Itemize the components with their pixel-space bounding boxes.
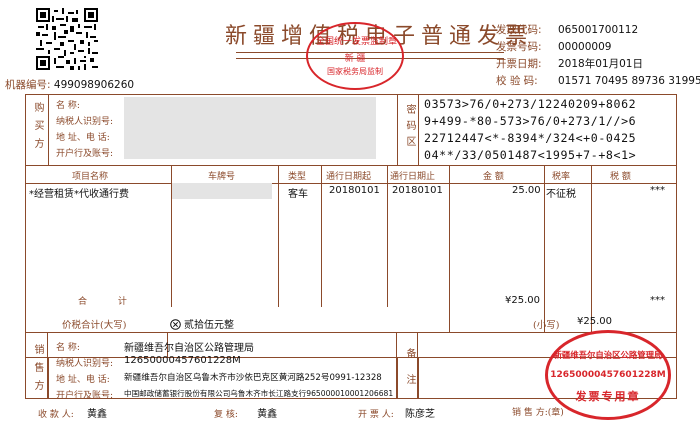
item-date-to: 20180101 — [392, 185, 443, 196]
issue-date-value: 2018年01月01日 — [558, 58, 643, 70]
machine-number-value: 499098906260 — [53, 79, 135, 91]
col-header-date-to: 通行日期止 — [390, 172, 436, 182]
total-label: 合 计 — [78, 297, 141, 307]
col-header-plate: 车牌号 — [208, 172, 236, 182]
seal-stamp-name: 新疆维吾尔自治区公路管理局 — [553, 350, 663, 360]
seller-seal-field: 销 售 方:(章) — [512, 405, 564, 418]
cipher-line: 03573>76/0+273/12240209+8062 — [424, 97, 637, 111]
payee: 收 款 人: 黄鑫 — [38, 405, 107, 420]
invoice-number: 发票号码: 00000009 — [496, 39, 611, 54]
machine-number-label: 机器编号: — [5, 79, 51, 91]
invoice-number-label: 发票号码: — [496, 41, 542, 53]
seller-name-label: 名 称: — [56, 343, 80, 353]
supervision-stamp-line3: 国家税务局监制 — [327, 67, 383, 76]
buyer-info-redacted — [124, 97, 376, 159]
issue-date: 开票日期: 2018年01月01日 — [496, 56, 643, 71]
buyer-bank-label: 开户行及账号: — [56, 149, 114, 159]
grand-total-small-value: ¥25.00 — [577, 316, 612, 327]
col-header-type: 类型 — [288, 172, 307, 182]
grand-total-small-label: (小写) — [533, 320, 560, 331]
payee-label: 收 款 人: — [38, 410, 74, 420]
check-code-value: 01571 70495 89736 31995 — [558, 75, 700, 87]
cipher-section-label: 密码区 — [404, 104, 415, 152]
buyer-address-label: 地 址、电 话: — [56, 133, 110, 143]
issue-date-label: 开票日期: — [496, 58, 542, 70]
seal-stamp-kind: 发票专用章 — [575, 390, 641, 403]
grand-total-words: 贰拾伍元整 — [184, 320, 234, 331]
buyer-tax-id-label: 纳税人识别号: — [56, 117, 114, 127]
seller-seal-label: 销 售 方:(章) — [512, 408, 564, 418]
col-header-amount: 金 额 — [483, 172, 504, 182]
issuer: 开 票 人: 陈彦芝 — [358, 405, 435, 420]
item-name: *经营租赁*代收通行费 — [29, 189, 129, 200]
supervision-stamp: 全国统一发票监制章 新 疆 国家税务局监制 — [306, 22, 404, 90]
invoice-seal-stamp: 新疆维吾尔自治区公路管理局 12650000457601228M 发票专用章 — [545, 330, 671, 420]
invoice-number-value: 00000009 — [558, 41, 612, 53]
cipher-line: 22712447<*-8394*/324<+0-0425 — [424, 131, 637, 145]
supervision-stamp-line1: 全国统一发票监制章 — [316, 37, 398, 47]
issuer-value: 陈彦芝 — [404, 409, 435, 420]
col-header-tax-rate: 税率 — [552, 172, 571, 182]
reviewer: 复 核: 黄鑫 — [214, 405, 277, 420]
close-circle-icon — [170, 315, 181, 330]
seller-address: 新疆维吾尔自治区乌鲁木齐市沙依巴克区黄河路252号0991-12328 — [124, 373, 382, 383]
item-tax-rate: 不征税 — [546, 189, 576, 200]
invoice-code-value: 065001700112 — [558, 24, 639, 36]
qr-code — [36, 8, 98, 70]
item-type: 客车 — [288, 189, 308, 200]
cipher-line: 9+499-*80-573>76/0+273/1//>6 — [424, 114, 637, 128]
grand-total-label: 价税合计(大写) — [62, 320, 127, 331]
payee-value: 黄鑫 — [86, 409, 107, 420]
seller-address-label: 地 址、电 话: — [56, 375, 110, 385]
total-amount: ¥25.00 — [505, 295, 540, 306]
supervision-stamp-line2: 新 疆 — [344, 54, 366, 64]
seller-section-label: 销售方 — [32, 344, 43, 398]
item-date-from: 20180101 — [329, 185, 380, 196]
total-tax: *** — [650, 295, 665, 306]
cipher-line: 04**/33/0501487<1995+7-+8<1> — [424, 148, 637, 162]
seller-name: 新疆维吾尔自治区公路管理局 — [124, 343, 254, 354]
item-plate-redacted — [172, 183, 272, 199]
reviewer-label: 复 核: — [214, 410, 238, 420]
reviewer-value: 黄鑫 — [257, 409, 278, 420]
remarks-label: 备注 — [404, 348, 415, 400]
check-code-label: 校 验 码: — [496, 75, 538, 87]
seller-tax-id: 12650000457601228M — [124, 355, 241, 366]
invoice-code: 发票代码: 065001700112 — [496, 22, 638, 37]
col-header-item-name: 项目名称 — [72, 172, 109, 182]
seller-bank-label: 开户行及账号: — [56, 391, 114, 401]
check-code: 校 验 码: 01571 70495 89736 31995 — [496, 73, 700, 88]
item-amount: 25.00 — [512, 185, 541, 196]
col-header-date-from: 通行日期起 — [326, 172, 372, 182]
machine-number: 机器编号: 499098906260 — [5, 77, 134, 92]
invoice-code-label: 发票代码: — [496, 24, 542, 36]
buyer-section-label: 购买方 — [32, 102, 43, 156]
col-header-tax: 税 额 — [610, 172, 631, 182]
item-tax: *** — [650, 185, 665, 196]
seller-tax-id-label: 纳税人识别号: — [56, 359, 114, 369]
seal-stamp-tax-id: 12650000457601228M — [550, 370, 666, 380]
buyer-name-label: 名 称: — [56, 101, 80, 111]
issuer-label: 开 票 人: — [358, 410, 394, 420]
